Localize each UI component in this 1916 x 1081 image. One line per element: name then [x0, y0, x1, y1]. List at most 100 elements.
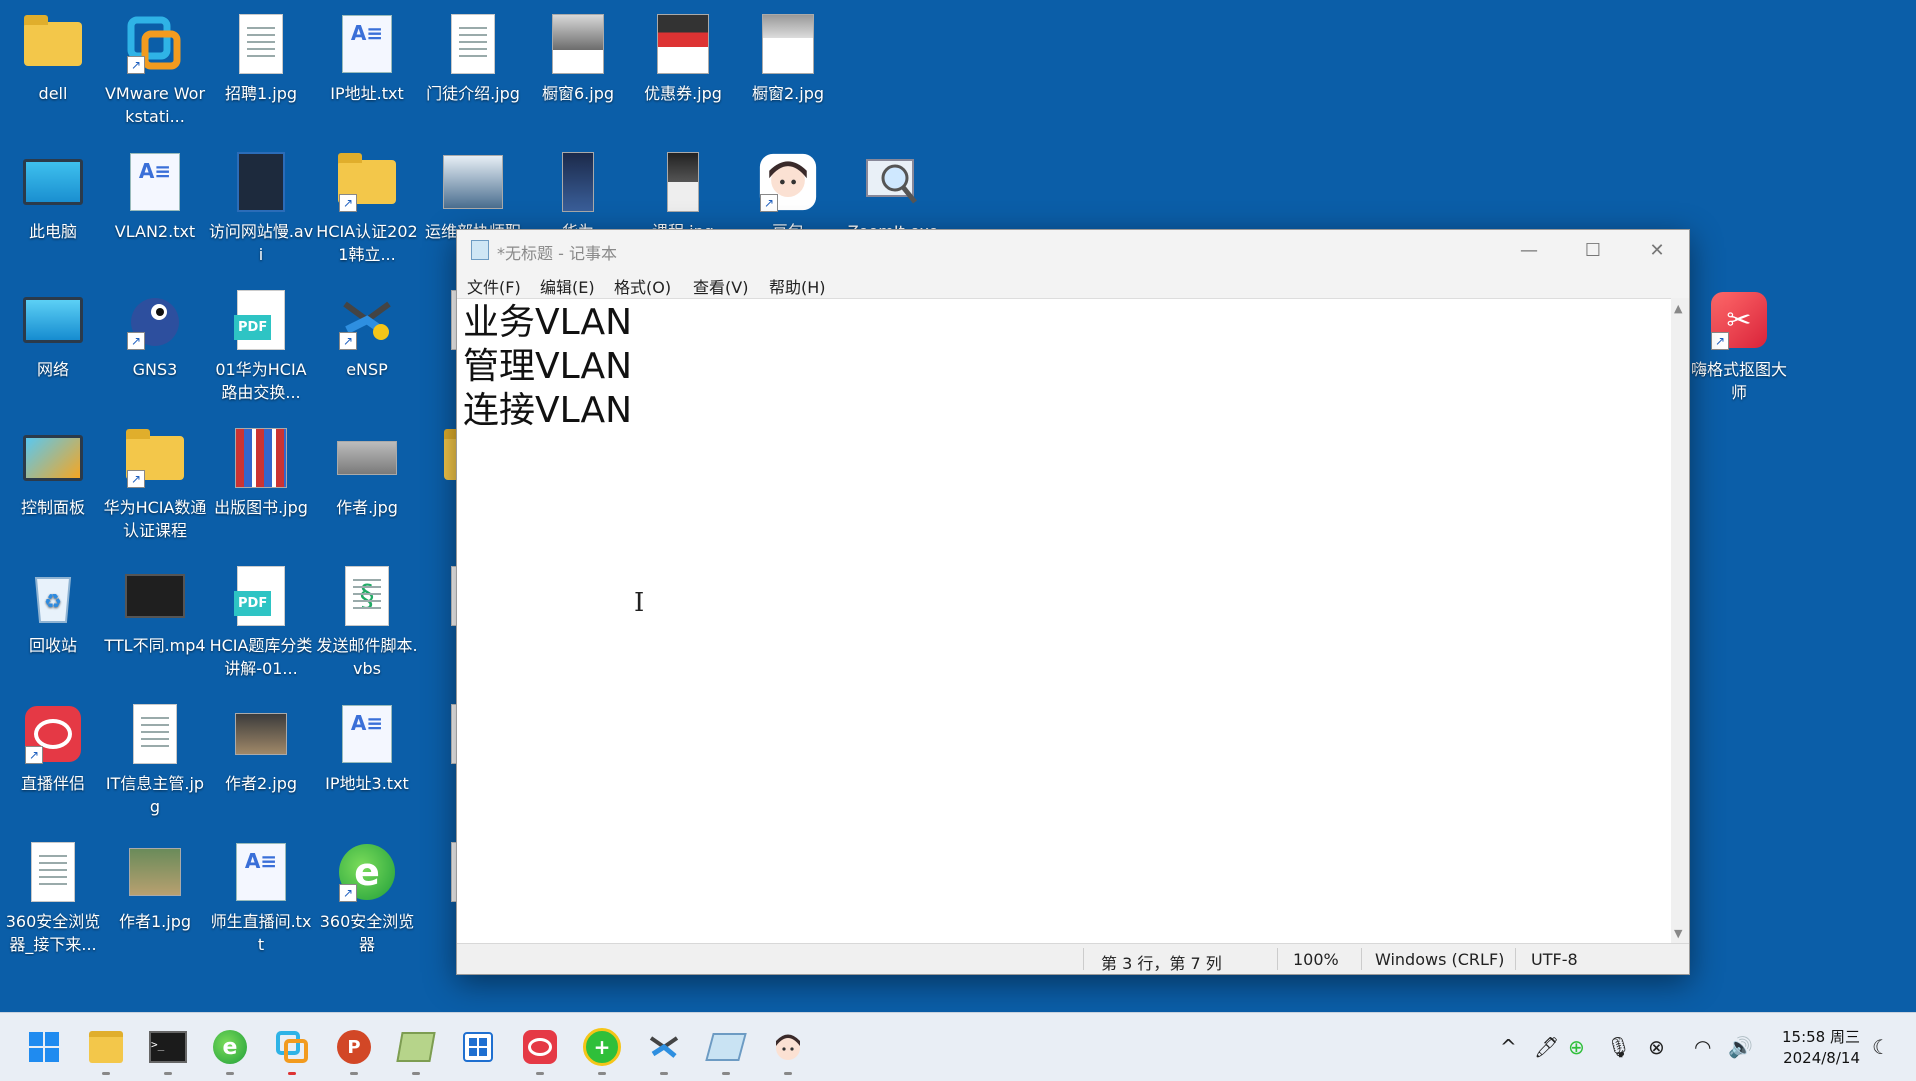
taskbar-notepad[interactable]: [394, 1025, 438, 1075]
desktop-icon-ip-txt[interactable]: A≡ IP地址.txt: [314, 6, 420, 136]
microphone-icon[interactable]: 🎙: [1606, 1035, 1631, 1059]
desktop-icon-label: IP地址.txt: [330, 84, 404, 103]
image-file-icon: [653, 150, 713, 214]
image-file-icon: [653, 12, 713, 76]
taskbar-360-browser[interactable]: e: [208, 1025, 252, 1075]
desktop-icon-label: 招聘1.jpg: [224, 84, 298, 103]
status-bar: 第 3 行，第 7 列 100% Windows (CRLF) UTF-8: [457, 943, 1689, 974]
desktop-icon-this-pc[interactable]: 此电脑: [0, 144, 106, 274]
clock[interactable]: 15:58 周三 2024/8/14: [1782, 1027, 1860, 1069]
desktop-icon-live-companion[interactable]: ↗ 直播伴侣: [0, 696, 106, 826]
desktop-icon-360-browser[interactable]: e ↗ 360安全浏览器: [314, 834, 420, 964]
desktop-icon-author-jpg[interactable]: 作者.jpg: [314, 420, 420, 550]
doubao-icon: ↗: [758, 150, 818, 214]
desktop-icon-hcia-pdf[interactable]: PDF 01华为HCIA路由交换...: [208, 282, 314, 412]
desktop-icon-label: eNSP: [346, 360, 388, 379]
close-icon: ✕: [1649, 239, 1665, 261]
desktop-icon-books-jpg[interactable]: 出版图书.jpg: [208, 420, 314, 550]
text-editor[interactable]: 业务VLAN 管理VLAN 连接VLAN: [457, 298, 1671, 944]
desktop-icon-window2-jpg[interactable]: 橱窗2.jpg: [735, 6, 841, 136]
desktop-icon-hcia-course-folder[interactable]: ↗ 华为HCIA数通认证课程: [102, 420, 208, 550]
tray-green-app-icon[interactable]: ⊕: [1568, 1035, 1585, 1059]
menu-format[interactable]: 格式(O): [614, 274, 671, 298]
desktop-icon-hcia-2021-folder[interactable]: ↗ HCIA认证2021韩立...: [314, 144, 420, 274]
desktop-icon-cutout-master[interactable]: ✂ ↗ 嗨格式抠图大师: [1686, 282, 1792, 412]
start-button[interactable]: [22, 1025, 66, 1069]
maximize-icon: ☐: [1584, 239, 1602, 261]
desktop-icon-slow-site-avi[interactable]: 访问网站慢.avi: [208, 144, 314, 274]
vmware-icon: [276, 1031, 308, 1063]
taskbar-powerpoint[interactable]: P: [332, 1025, 376, 1075]
desktop-icon-control-panel[interactable]: 控制面板: [0, 420, 106, 550]
desktop-icon-send-mail-vbs[interactable]: § 发送邮件脚本.vbs: [314, 558, 420, 688]
notepad-icon: [396, 1032, 436, 1062]
svg-text:♻: ♻: [44, 589, 62, 613]
desktop-icon-dell[interactable]: dell: [0, 6, 106, 136]
desktop-icon-it-manager-jpg[interactable]: IT信息主管.jpg: [102, 696, 208, 826]
desktop-icon-label: 优惠券.jpg: [644, 84, 722, 103]
tray-pen-icon[interactable]: 🖊: [1534, 1035, 1559, 1059]
taskbar-green-app[interactable]: +: [580, 1025, 624, 1075]
desktop-icon-author2-jpg[interactable]: 作者2.jpg: [208, 696, 314, 826]
desktop-icon-window6-jpg[interactable]: 橱窗6.jpg: [525, 6, 631, 136]
desktop-icon-vmware[interactable]: ↗ VMware Workstati...: [102, 6, 208, 136]
desktop-icon-live-room-txt[interactable]: A≡ 师生直播间.txt: [208, 834, 314, 964]
folder-icon: ↗: [337, 150, 397, 214]
notification-moon-icon[interactable]: ☾: [1872, 1035, 1890, 1059]
desktop-icon-label: 门徒介绍.jpg: [426, 84, 520, 103]
live-companion-icon: ↗: [23, 702, 83, 766]
taskbar-live-companion[interactable]: [518, 1025, 562, 1075]
close-button[interactable]: ✕: [1625, 230, 1689, 270]
desktop-icon-label: 360安全浏览器_接下来...: [5, 912, 101, 954]
powerpoint-icon: P: [337, 1030, 371, 1064]
desktop-icon-ip3-txt[interactable]: A≡ IP地址3.txt: [314, 696, 420, 826]
desktop-icon-disciple-intro-jpg[interactable]: 门徒介绍.jpg: [420, 6, 526, 136]
desktop-icon-label: 直播伴侣: [20, 774, 85, 793]
desktop-icon-gns3[interactable]: ↗ GNS3: [102, 282, 208, 412]
menu-view[interactable]: 查看(V): [693, 274, 748, 298]
desktop-icon-label: 发送邮件脚本.vbs: [316, 636, 418, 678]
scroll-up-icon[interactable]: ▲: [1674, 302, 1682, 315]
desktop-icon-hcia-bank-pdf[interactable]: PDF HCIA题库分类讲解-01...: [208, 558, 314, 688]
taskbar-ensp[interactable]: [642, 1025, 686, 1075]
menu-bar: 文件(F) 编辑(E) 格式(O) 查看(V) 帮助(H): [457, 270, 1689, 298]
scroll-down-icon[interactable]: ▼: [1674, 927, 1682, 940]
file-explorer-icon: [89, 1031, 123, 1063]
desktop-icon-author1-jpg[interactable]: 作者1.jpg: [102, 834, 208, 964]
desktop-icon-network[interactable]: 网络: [0, 282, 106, 412]
taskbar-doubao[interactable]: [766, 1025, 810, 1075]
taskbar-store[interactable]: [456, 1025, 500, 1069]
menu-edit[interactable]: 编辑(E): [540, 274, 595, 298]
desktop-icon-recruit1-jpg[interactable]: 招聘1.jpg: [208, 6, 314, 136]
desktop-icon-ensp[interactable]: ↗ eNSP: [314, 282, 420, 412]
doubao-icon: [776, 1034, 800, 1060]
desktop-icon-360-next[interactable]: 360安全浏览器_接下来...: [0, 834, 106, 964]
menu-file[interactable]: 文件(F): [467, 274, 521, 298]
taskbar-terminal[interactable]: >_: [146, 1025, 190, 1075]
cursor-position: 第 3 行，第 7 列: [1101, 954, 1222, 973]
text-file-icon: A≡: [337, 12, 397, 76]
window-title: *无标题 - 记事本: [497, 244, 617, 263]
taskbar-file-explorer[interactable]: [84, 1025, 128, 1075]
volume-icon[interactable]: 🔊: [1728, 1035, 1753, 1059]
cutout-master-icon: ✂ ↗: [1709, 288, 1769, 352]
desktop-icon-recycle-bin[interactable]: ♻ 回收站: [0, 558, 106, 688]
desktop-icon-coupon-jpg[interactable]: 优惠券.jpg: [630, 6, 736, 136]
vertical-scrollbar[interactable]: ▲ ▼: [1671, 298, 1689, 944]
wifi-icon[interactable]: ◠: [1694, 1035, 1711, 1059]
menu-help[interactable]: 帮助(H): [769, 274, 826, 298]
image-file-icon: [443, 150, 503, 214]
title-bar[interactable]: *无标题 - 记事本 — ☐ ✕: [457, 230, 1689, 270]
maximize-button[interactable]: ☐: [1561, 230, 1625, 270]
desktop-icon-vlan2-txt[interactable]: A≡ VLAN2.txt: [102, 144, 208, 274]
tray-close-app-icon[interactable]: ⊗: [1648, 1035, 1665, 1059]
show-hidden-icons[interactable]: ^: [1500, 1035, 1517, 1059]
desktop-icon-ttl-mp4[interactable]: TTL不同.mp4: [102, 558, 208, 688]
taskbar-vmware[interactable]: [270, 1025, 314, 1075]
taskbar-folder-app[interactable]: [704, 1025, 748, 1075]
desktop-icon-label: 出版图书.jpg: [214, 498, 308, 517]
desktop-icon-label: VMware Workstati...: [104, 84, 206, 126]
desktop-icon-label: 访问网站慢.avi: [208, 222, 314, 264]
desktop-icon-label: 华为HCIA数通认证课程: [103, 498, 207, 540]
minimize-button[interactable]: —: [1497, 230, 1561, 270]
